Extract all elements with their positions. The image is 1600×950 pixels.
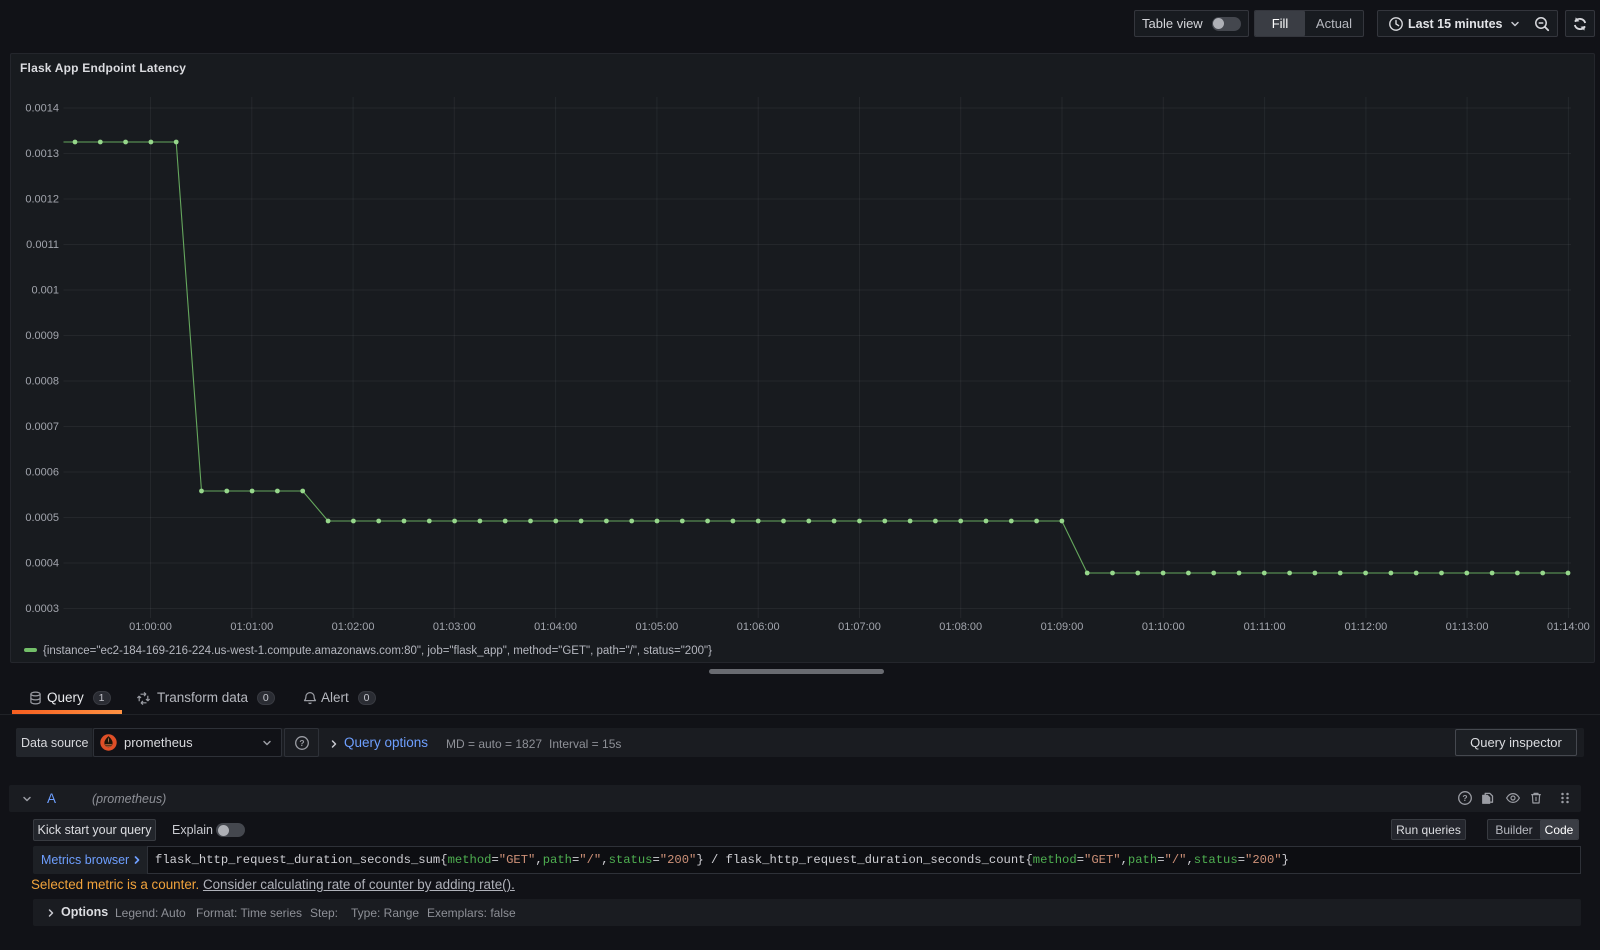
svg-text:01:00:00: 01:00:00 <box>129 621 172 633</box>
svg-text:0.0011: 0.0011 <box>26 239 59 251</box>
svg-text:01:06:00: 01:06:00 <box>737 621 780 633</box>
svg-text:0.0004: 0.0004 <box>25 558 59 570</box>
svg-text:01:13:00: 01:13:00 <box>1446 621 1489 633</box>
svg-text:0.0013: 0.0013 <box>25 148 59 160</box>
svg-text:0.0007: 0.0007 <box>25 421 59 433</box>
svg-text:0.0009: 0.0009 <box>25 330 59 342</box>
svg-text:?: ? <box>299 738 304 748</box>
svg-text:01:07:00: 01:07:00 <box>838 621 881 633</box>
svg-text:0.0014: 0.0014 <box>25 103 59 115</box>
svg-text:01:14:00: 01:14:00 <box>1547 621 1590 633</box>
svg-text:0.001: 0.001 <box>31 285 59 297</box>
svg-text:01:08:00: 01:08:00 <box>939 621 982 633</box>
svg-text:01:11:00: 01:11:00 <box>1244 621 1286 633</box>
svg-text:0.0006: 0.0006 <box>25 467 59 479</box>
svg-text:0.0005: 0.0005 <box>25 512 59 524</box>
svg-text:01:09:00: 01:09:00 <box>1041 621 1084 633</box>
svg-text:0.0012: 0.0012 <box>25 194 59 206</box>
svg-text:01:10:00: 01:10:00 <box>1142 621 1185 633</box>
svg-text:01:01:00: 01:01:00 <box>230 621 273 633</box>
svg-text:01:03:00: 01:03:00 <box>433 621 476 633</box>
svg-text:01:12:00: 01:12:00 <box>1344 621 1387 633</box>
svg-text:?: ? <box>1462 793 1467 803</box>
svg-text:0.0003: 0.0003 <box>25 603 59 615</box>
svg-text:0.0008: 0.0008 <box>25 376 59 388</box>
svg-text:01:05:00: 01:05:00 <box>635 621 678 633</box>
svg-text:01:02:00: 01:02:00 <box>332 621 375 633</box>
svg-text:01:04:00: 01:04:00 <box>534 621 577 633</box>
